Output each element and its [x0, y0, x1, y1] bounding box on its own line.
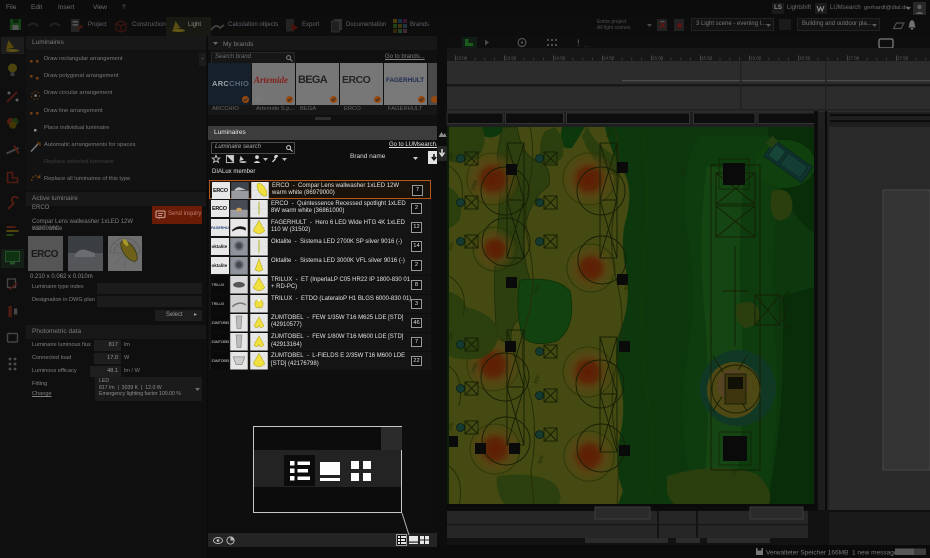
svg-text:16.50: 16.50 — [799, 56, 811, 61]
svg-text:Verwalteter Speicher 166MB: Verwalteter Speicher 166MB — [766, 550, 848, 557]
svg-text:14.00: 14.00 — [554, 56, 566, 61]
svg-text:17.50: 17.50 — [897, 56, 909, 61]
svg-text:13.50: 13.50 — [505, 56, 517, 61]
svg-text:15.00: 15.00 — [652, 56, 664, 61]
svg-text:17.00: 17.00 — [848, 56, 860, 61]
svg-text:13.00: 13.00 — [456, 56, 468, 61]
svg-text:1 new message: 1 new message — [852, 550, 898, 557]
svg-text:14.50: 14.50 — [603, 56, 615, 61]
svg-text:!: ! — [577, 38, 580, 48]
svg-text:16.00: 16.00 — [750, 56, 762, 61]
svg-text:15.50: 15.50 — [701, 56, 713, 61]
